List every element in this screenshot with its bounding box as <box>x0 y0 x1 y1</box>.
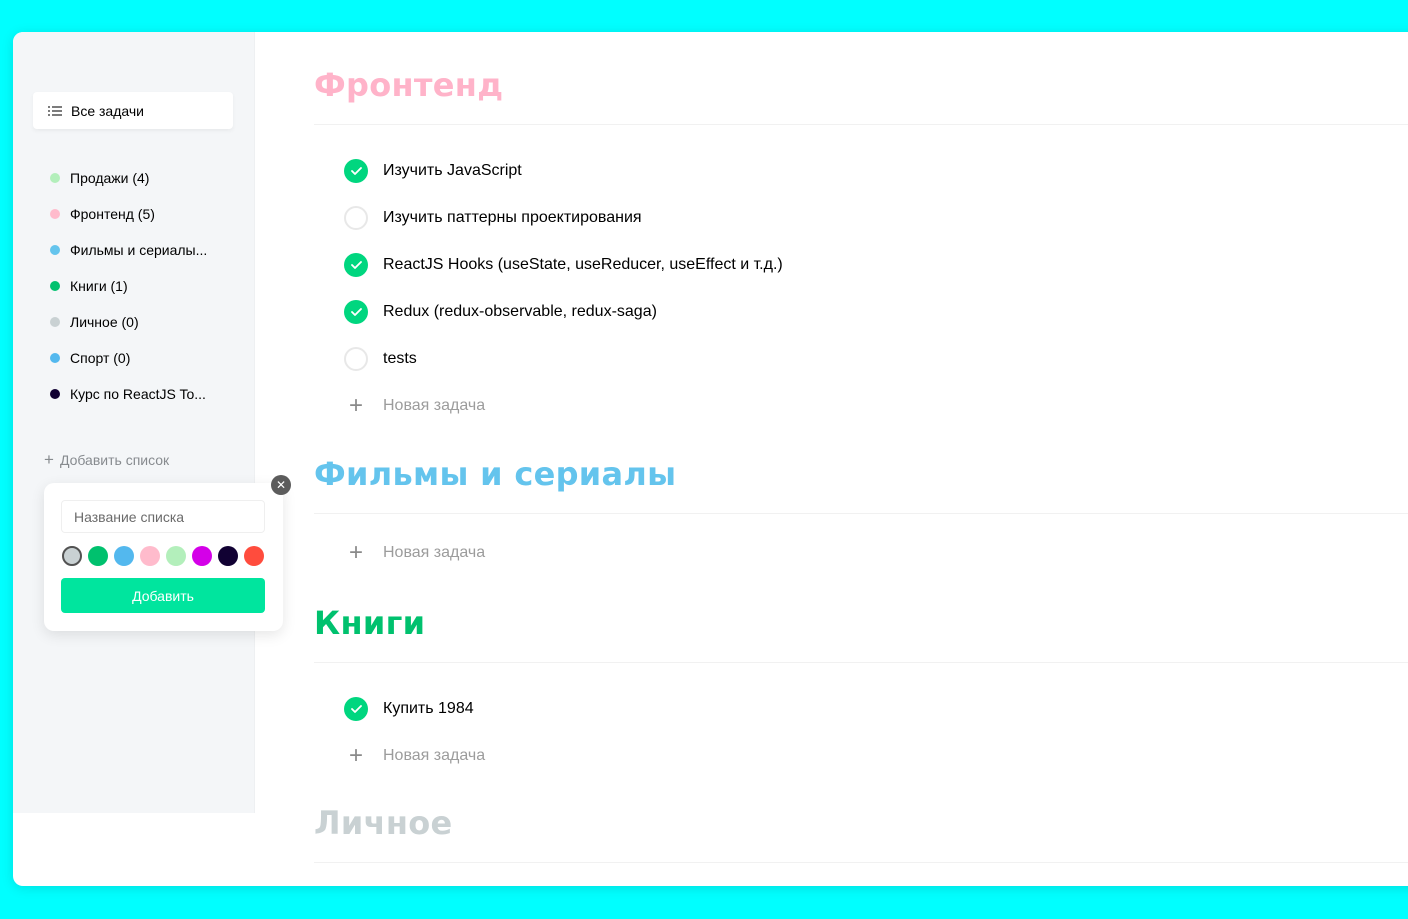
new-task-button[interactable]: + Новая задача <box>314 529 1408 576</box>
color-swatch[interactable] <box>166 546 186 566</box>
new-task-button[interactable]: + Новая задача <box>314 382 1408 429</box>
task-text[interactable]: ReactJS Hooks (useState, useReducer, use… <box>383 256 783 274</box>
sidebar-list-item[interactable]: Личное (0) <box>33 304 233 340</box>
task-row: ReactJS Hooks (useState, useReducer, use… <box>314 241 1408 288</box>
all-tasks-button[interactable]: Все задачи <box>33 92 233 129</box>
plus-icon: + <box>44 450 54 469</box>
task-row: Redux (redux-observable, redux-saga) <box>314 288 1408 335</box>
checked-checkbox-icon[interactable] <box>344 299 368 324</box>
section-title[interactable]: Личное <box>314 804 1408 842</box>
task-row: Купить 1984 <box>314 685 1408 732</box>
add-list-popup: ✕ Добавить <box>44 475 291 631</box>
task-section: Личное <box>314 804 1408 878</box>
task-row: Изучить паттерны проектирования <box>314 194 1408 241</box>
task-row: Изучить JavaScript <box>314 147 1408 194</box>
task-row: tests <box>314 335 1408 382</box>
section-divider <box>314 513 1408 514</box>
checked-checkbox-icon[interactable] <box>344 158 368 183</box>
section-divider <box>314 662 1408 663</box>
sidebar-list-item[interactable]: Спорт (0) <box>33 340 233 376</box>
task-text[interactable]: tests <box>383 350 417 368</box>
color-swatch[interactable] <box>192 546 212 566</box>
section-title[interactable]: Книги <box>314 604 1408 642</box>
new-task-label: Новая задача <box>383 543 486 561</box>
all-tasks-label: Все задачи <box>71 102 144 119</box>
color-swatch[interactable] <box>88 546 108 566</box>
add-list-button[interactable]: + Добавить список <box>44 451 169 468</box>
sidebar-list-item[interactable]: Фронтенд (5) <box>33 196 233 232</box>
list-color-dot <box>50 317 60 327</box>
new-task-button[interactable]: + Новая задача <box>314 732 1408 779</box>
task-text[interactable]: Изучить JavaScript <box>383 162 522 180</box>
unchecked-checkbox-icon[interactable] <box>344 205 368 230</box>
close-icon[interactable]: ✕ <box>271 475 291 495</box>
checked-checkbox-icon[interactable] <box>344 252 368 277</box>
plus-icon: + <box>348 538 363 566</box>
section-divider <box>314 862 1408 863</box>
unchecked-checkbox-icon[interactable] <box>344 346 368 371</box>
section-title[interactable]: Фильмы и сериалы <box>314 455 1408 493</box>
color-swatch[interactable] <box>218 546 238 566</box>
section-title[interactable]: Фронтенд <box>314 66 1408 104</box>
sidebar-list-label: Личное (0) <box>70 314 139 330</box>
list-icon <box>48 105 62 117</box>
sidebar-list-item[interactable]: Фильмы и сериалы... <box>33 232 233 268</box>
list-color-dot <box>50 209 60 219</box>
add-list-label: Добавить список <box>59 451 170 468</box>
sidebar-list-label: Курс по ReactJS To... <box>70 386 206 402</box>
add-button[interactable]: Добавить <box>61 578 265 613</box>
list-color-dot <box>50 281 60 291</box>
sidebar-list-label: Фронтенд (5) <box>70 206 155 222</box>
list-color-dot <box>50 245 60 255</box>
plus-icon: + <box>348 741 363 769</box>
sidebar-list-label: Продажи (4) <box>70 170 150 186</box>
new-task-label: Новая задача <box>383 746 486 764</box>
color-swatch[interactable] <box>62 546 82 566</box>
checked-checkbox-icon[interactable] <box>344 696 368 721</box>
app-window: Все задачи Продажи (4) Фронтенд (5) Фильмы… <box>13 32 1408 886</box>
sidebar-list-item[interactable]: Книги (1) <box>33 268 233 304</box>
color-picker <box>62 546 264 566</box>
sidebar-list-label: Фильмы и сериалы... <box>70 242 208 258</box>
task-text[interactable]: Изучить паттерны проектирования <box>383 209 642 227</box>
sidebar-list-label: Книги (1) <box>70 278 128 294</box>
sidebar-list-item[interactable]: Курс по ReactJS To... <box>33 376 233 412</box>
list-name-input[interactable] <box>61 500 265 533</box>
list-color-dot <box>50 353 60 363</box>
color-swatch[interactable] <box>114 546 134 566</box>
task-section: Фильмы и сериалы + Новая задача <box>314 455 1408 576</box>
section-divider <box>314 124 1408 125</box>
color-swatch[interactable] <box>140 546 160 566</box>
color-swatch[interactable] <box>244 546 264 566</box>
sidebar: Все задачи Продажи (4) Фронтенд (5) Фильмы… <box>13 32 255 813</box>
task-text[interactable]: Redux (redux-observable, redux-saga) <box>383 303 657 321</box>
sidebar-list-item[interactable]: Продажи (4) <box>33 160 233 196</box>
task-section: Фронтенд Изучить JavaScript Изучить паттер… <box>314 66 1408 429</box>
task-section: Книги Купить 1984 + Новая задача <box>314 604 1408 779</box>
sidebar-lists: Продажи (4) Фронтенд (5) Фильмы и сериалы.… <box>33 160 233 412</box>
list-color-dot <box>50 173 60 183</box>
sidebar-list-label: Спорт (0) <box>70 350 131 366</box>
new-task-label: Новая задача <box>383 396 486 414</box>
task-text[interactable]: Купить 1984 <box>383 700 474 718</box>
plus-icon: + <box>348 391 363 419</box>
list-color-dot <box>50 389 60 399</box>
